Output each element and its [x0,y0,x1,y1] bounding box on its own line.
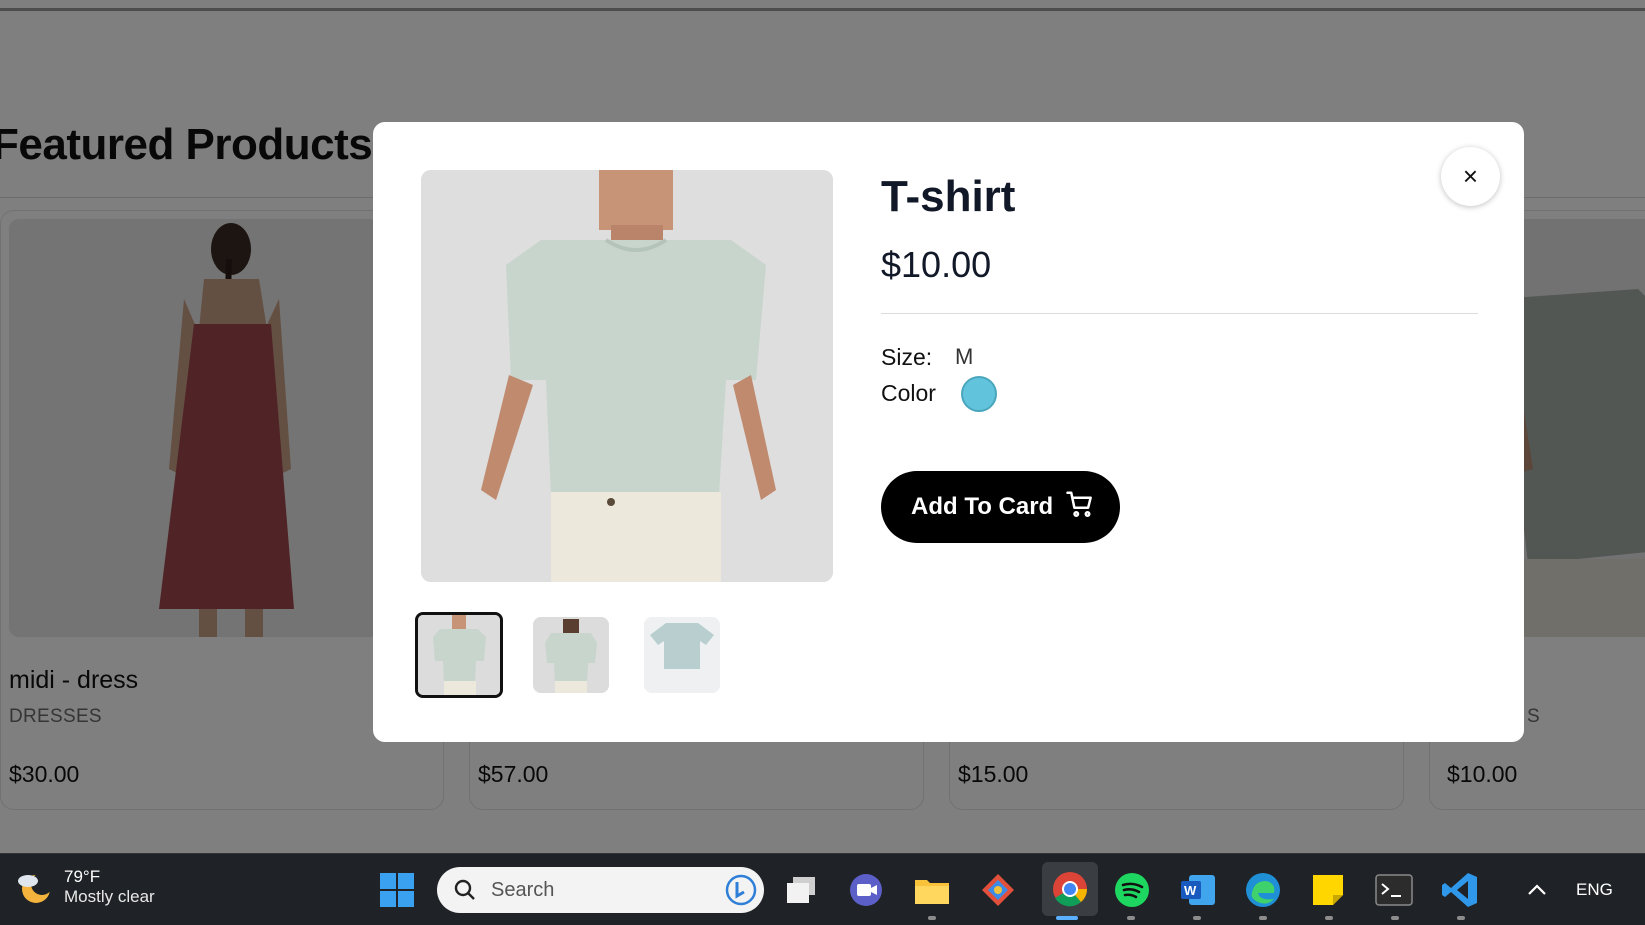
product-title: T-shirt [881,172,1016,221]
search-placeholder: Search [491,879,555,901]
weather-widget[interactable]: 79°F Mostly clear [14,867,155,907]
weather-temp: 79°F [64,867,101,886]
running-indicator [1457,916,1465,920]
color-label: Color [881,380,936,406]
vscode-icon[interactable] [1438,868,1482,912]
details-divider [881,313,1478,314]
word-icon[interactable]: W [1176,868,1220,912]
weather-desc: Mostly clear [64,887,155,906]
thumbnail-front[interactable] [415,612,503,698]
teams-chat-icon[interactable] [844,868,888,912]
size-value[interactable]: M [955,344,973,370]
windows-taskbar: 79°F Mostly clear Search W ENG [0,853,1645,925]
running-indicator [1193,916,1201,920]
active-indicator [1056,916,1078,920]
sticky-notes-icon[interactable] [1306,868,1350,912]
language-indicator[interactable]: ENG [1576,880,1613,900]
product-price: $10.00 [881,244,992,285]
add-to-cart-button[interactable]: Add To Card [881,471,1120,543]
git-app-icon[interactable] [976,868,1020,912]
running-indicator [928,916,936,920]
thumbnail-back[interactable] [533,617,609,693]
close-icon: × [1462,161,1479,191]
taskbar-search[interactable]: Search [437,867,764,913]
product-main-image [421,170,833,582]
terminal-icon[interactable] [1372,868,1416,912]
add-to-cart-label: Add To Card [911,493,1054,520]
size-label: Size: [881,344,933,370]
chrome-icon[interactable] [1042,862,1098,916]
spotify-icon[interactable] [1110,868,1154,912]
bing-icon [725,874,757,906]
running-indicator [1391,916,1399,920]
chevron-up-icon[interactable] [1515,868,1559,912]
running-indicator [1325,916,1333,920]
product-quickview-modal: T-shirt $10.00 Size: M Color Add To Card… [373,122,1524,742]
thumbnail-flat[interactable] [644,617,720,693]
cart-icon [1065,489,1095,526]
file-explorer-icon[interactable] [910,868,954,912]
moon-cloud-icon [18,873,53,903]
close-button[interactable]: × [1441,147,1500,206]
search-icon [454,879,475,900]
task-view-icon[interactable] [780,868,824,912]
running-indicator [1259,916,1267,920]
svg-text:W: W [1184,883,1197,898]
running-indicator [1127,916,1135,920]
windows-start-icon[interactable] [375,868,419,912]
edge-icon[interactable] [1241,868,1285,912]
color-swatch[interactable] [961,376,997,412]
